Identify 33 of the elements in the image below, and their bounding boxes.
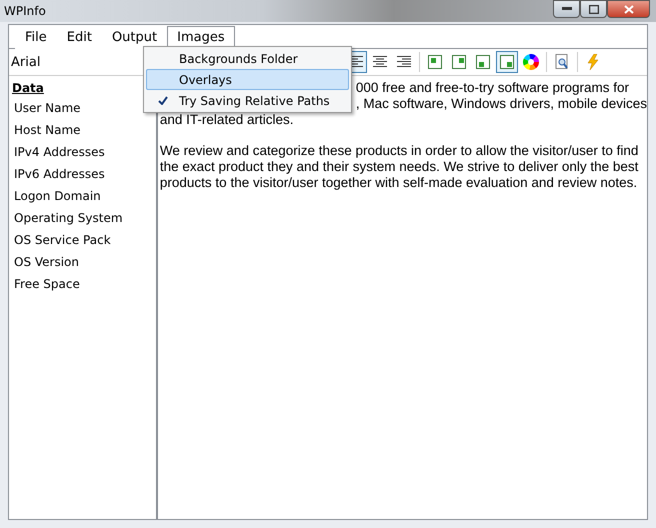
menu-option[interactable]: Try Saving Relative Paths	[146, 90, 349, 111]
data-field-item[interactable]: IPv6 Addresses	[12, 165, 156, 183]
square-icon	[500, 55, 514, 69]
text-line: 000 free and free-to-try software programs for	[356, 80, 630, 96]
maximize-icon	[588, 4, 598, 14]
data-field-item[interactable]: OS Version	[12, 253, 156, 271]
data-field-item[interactable]: OS Service Pack	[12, 231, 156, 249]
data-field-item[interactable]: Free Space	[12, 275, 156, 293]
data-field-item[interactable]: Host Name	[12, 121, 156, 139]
data-field-item[interactable]: Logon Domain	[12, 187, 156, 205]
section-heading: Data	[12, 81, 45, 95]
magnifier-page-icon	[555, 54, 569, 70]
maximize-button[interactable]	[580, 0, 607, 18]
window-title: WPInfo	[3, 4, 46, 18]
align-right-icon	[397, 56, 411, 68]
text-paragraph: We review and categorize these products in order to allow the visitor/user to find the exact product they and their system needs. We strive to deliver only the best products to the visitor/user together with self-made evaluation and review notes.	[160, 143, 640, 191]
menu-option[interactable]: Backgrounds Folder	[146, 48, 349, 69]
toolbar-button[interactable]	[520, 51, 542, 73]
lightning-icon	[586, 54, 600, 70]
align-center-icon	[373, 56, 387, 68]
minimize-icon	[562, 7, 572, 11]
color-wheel-icon	[523, 54, 539, 70]
minimize-button[interactable]	[553, 0, 580, 18]
square-icon	[476, 55, 490, 69]
close-button[interactable]	[607, 0, 650, 18]
data-field-item[interactable]: Operating System	[12, 209, 156, 227]
data-field-item[interactable]: IPv4 Addresses	[12, 143, 156, 161]
text-line: and IT-related articles.	[160, 112, 294, 128]
square-icon	[428, 55, 442, 69]
menu-option[interactable]: Overlays	[146, 69, 349, 90]
square-icon	[452, 55, 466, 69]
close-icon	[624, 4, 634, 14]
text-line: , Mac software, Windows drivers, mobile devices	[356, 96, 647, 112]
